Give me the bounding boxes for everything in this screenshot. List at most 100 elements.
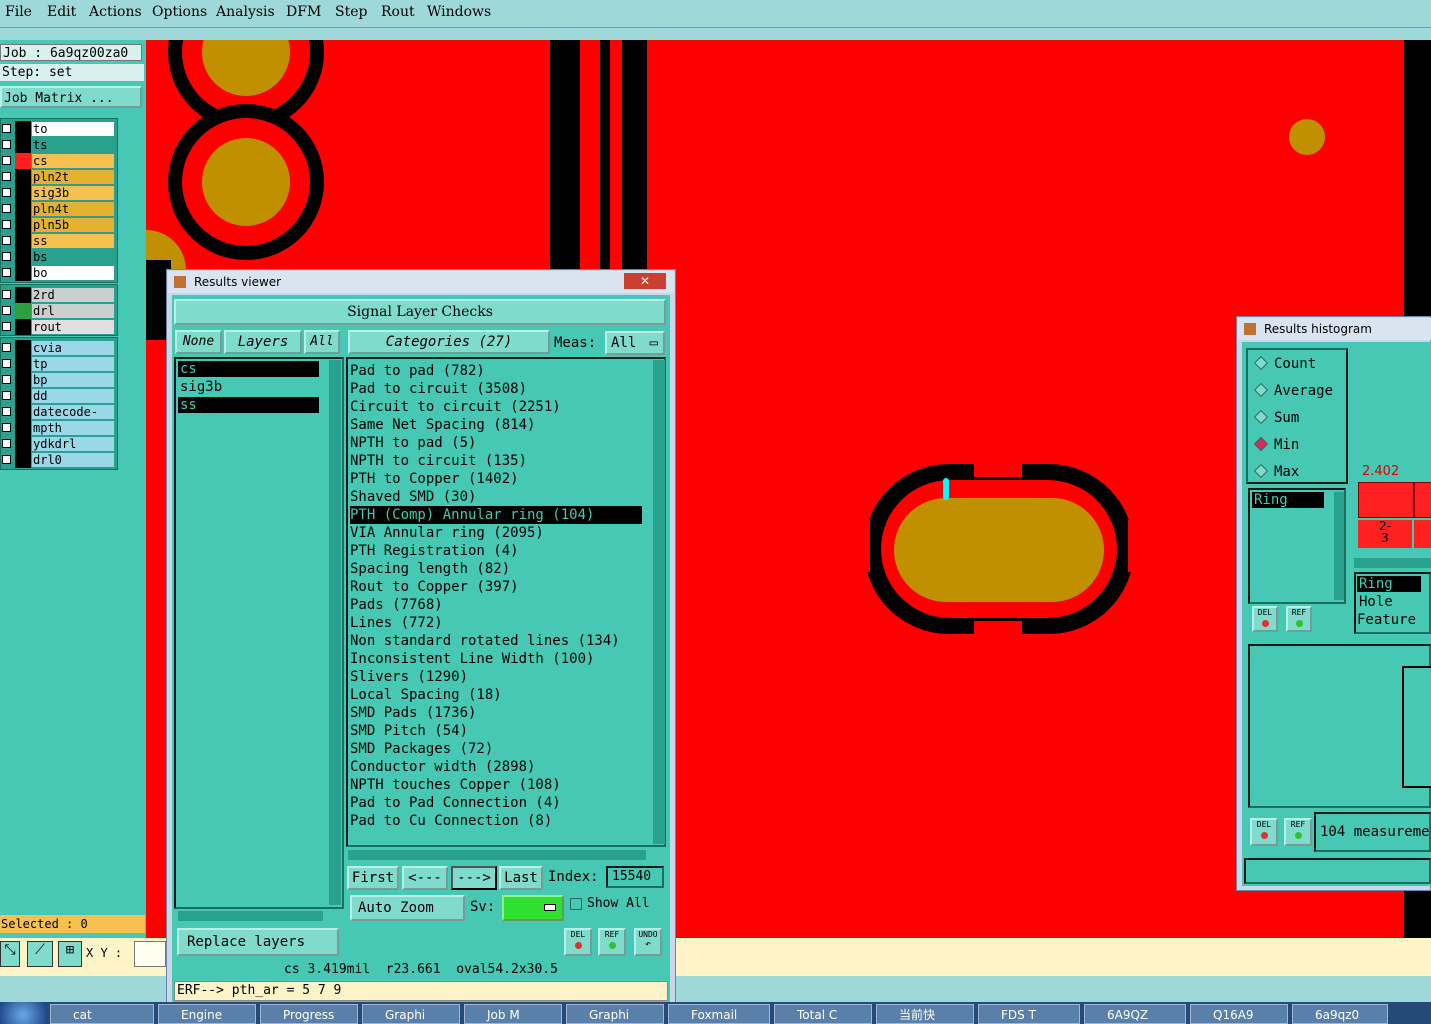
layers-button[interactable]: Layers [224,330,302,354]
graph-refresh-button[interactable]: REF [1284,818,1312,846]
layer-checkbox[interactable] [2,172,11,181]
menu-actions[interactable]: Actions [89,4,142,20]
layer-color-swatch[interactable] [15,319,31,335]
taskbar-button[interactable]: Total C [774,1004,872,1024]
category-item[interactable]: NPTH touches Copper (108) [350,776,561,794]
layer-row-pln2t[interactable]: pln2t [1,169,117,185]
layer-checkbox[interactable] [2,188,11,197]
layer-row-bo[interactable]: bo [1,265,117,281]
layer-name[interactable]: drl0 [32,453,114,467]
layer-checkbox[interactable] [2,252,11,261]
layer-row-pln5b[interactable]: pln5b [1,217,117,233]
category-item[interactable]: Spacing length (82) [350,560,510,578]
layer-list-item[interactable]: ss [178,397,319,413]
layer-name[interactable]: cs [32,154,114,168]
layer-name[interactable]: datecode-pte [32,405,114,433]
all-layers-button[interactable]: All [304,330,340,354]
taskbar-button[interactable]: 6A9QZ [1084,1004,1186,1024]
layer-color-swatch[interactable] [15,265,31,281]
layer-row-tp[interactable]: tp [1,356,117,372]
layer-checkbox[interactable] [2,322,11,331]
delete-button[interactable]: DEL [564,928,592,956]
zoom-icon[interactable]: ⤡ [0,941,20,967]
xy-input[interactable] [134,941,166,967]
category-item[interactable]: PTH (Comp) Annular ring (104) [350,506,642,524]
histogram-hscroll[interactable] [1354,558,1431,568]
taskbar-button[interactable]: 当前快 [876,1004,974,1024]
category-item[interactable]: SMD Packages (72) [350,740,493,758]
category-item[interactable]: NPTH to circuit (135) [350,452,527,470]
layer-color-swatch[interactable] [15,217,31,233]
layer-row-ss[interactable]: ss [1,233,117,249]
layer-name[interactable]: dd [32,389,114,403]
taskbar-button[interactable]: Graphi [362,1004,460,1024]
layer-color-swatch[interactable] [15,303,31,319]
mode-count[interactable]: Count [1253,354,1316,374]
category-item[interactable]: Pad to pad (782) [350,362,485,380]
category-item[interactable]: Rout to Copper (397) [350,578,519,596]
layer-name[interactable]: rout [32,320,114,334]
layer-checkbox[interactable] [2,391,11,400]
layer-checkbox[interactable] [2,268,11,277]
measure-list-item[interactable]: Ring [1252,492,1324,508]
layer-color-swatch[interactable] [15,340,31,356]
field-list-item[interactable]: Ring [1357,576,1421,592]
layer-name[interactable]: ss [32,234,114,248]
layer-color-swatch[interactable] [15,137,31,153]
layer-checkbox[interactable] [2,220,11,229]
layer-checkbox[interactable] [2,439,11,448]
layer-color-swatch[interactable] [15,233,31,249]
taskbar-button[interactable]: Foxmail [668,1004,770,1024]
menu-rout[interactable]: Rout [381,4,415,20]
layer-row-bp[interactable]: bp [1,372,117,388]
category-item[interactable]: Same Net Spacing (814) [350,416,535,434]
layer-row-pln4t[interactable]: pln4t [1,201,117,217]
layer-row-dd[interactable]: dd [1,388,117,404]
layer-color-swatch[interactable] [15,404,31,420]
taskbar-button[interactable]: Graphi [566,1004,664,1024]
histogram-bar[interactable] [1358,482,1414,518]
layer-name[interactable]: pln2t [32,170,114,184]
category-item[interactable]: Local Spacing (18) [350,686,502,704]
layer-name[interactable]: drl [32,304,114,318]
layer-name[interactable]: sig3b [32,186,114,200]
layer-name[interactable]: ydkdrl [32,437,114,451]
mode-min[interactable]: Min [1253,435,1299,455]
layer-color-swatch[interactable] [15,201,31,217]
field-list-item[interactable]: Feature [1357,612,1416,628]
menu-options[interactable]: Options [152,4,207,20]
layer-row-datecode-pte[interactable]: datecode-pte [1,404,117,433]
show-all-checkbox[interactable] [570,898,582,910]
categories-button[interactable]: Categories (27) [348,330,550,354]
category-item[interactable]: Shaved SMD (30) [350,488,476,506]
histogram-bar[interactable] [1414,520,1431,548]
hist-refresh-button[interactable]: REF [1286,606,1312,632]
layer-row-drl0[interactable]: drl0 [1,452,117,468]
layer-name[interactable]: tp [32,357,114,371]
measure-list-scrollbar[interactable] [1334,492,1344,600]
taskbar-button[interactable]: Q16A9 [1190,1004,1288,1024]
mode-average[interactable]: Average [1253,381,1333,401]
menu-file[interactable]: File [5,4,32,20]
undo-button[interactable]: UNDO ↶ [634,928,662,956]
layer-row-cs[interactable]: cs [1,153,117,169]
category-item[interactable]: NPTH to pad (5) [350,434,476,452]
layer-checkbox[interactable] [2,290,11,299]
layer-color-swatch[interactable] [15,169,31,185]
layer-checkbox[interactable] [2,204,11,213]
category-item[interactable]: Pad to Cu Connection (8) [350,812,552,830]
category-item[interactable]: Circuit to circuit (2251) [350,398,561,416]
menu-windows[interactable]: Windows [427,4,491,20]
category-item[interactable]: Inconsistent Line Width (100) [350,650,594,668]
prev-button[interactable]: <--- [402,866,448,890]
layer-list-item[interactable]: cs [178,361,319,377]
layer-color-swatch[interactable] [15,436,31,452]
category-item[interactable]: Pad to Pad Connection (4) [350,794,561,812]
layer-list[interactable] [174,357,344,909]
layer-name[interactable]: pln4t [32,202,114,216]
graph-delete-button[interactable]: DEL [1250,818,1278,846]
layer-name[interactable]: bs [32,250,114,264]
category-item[interactable]: Conductor width (2898) [350,758,535,776]
layer-checkbox[interactable] [2,306,11,315]
layer-name[interactable]: bp [32,373,114,387]
